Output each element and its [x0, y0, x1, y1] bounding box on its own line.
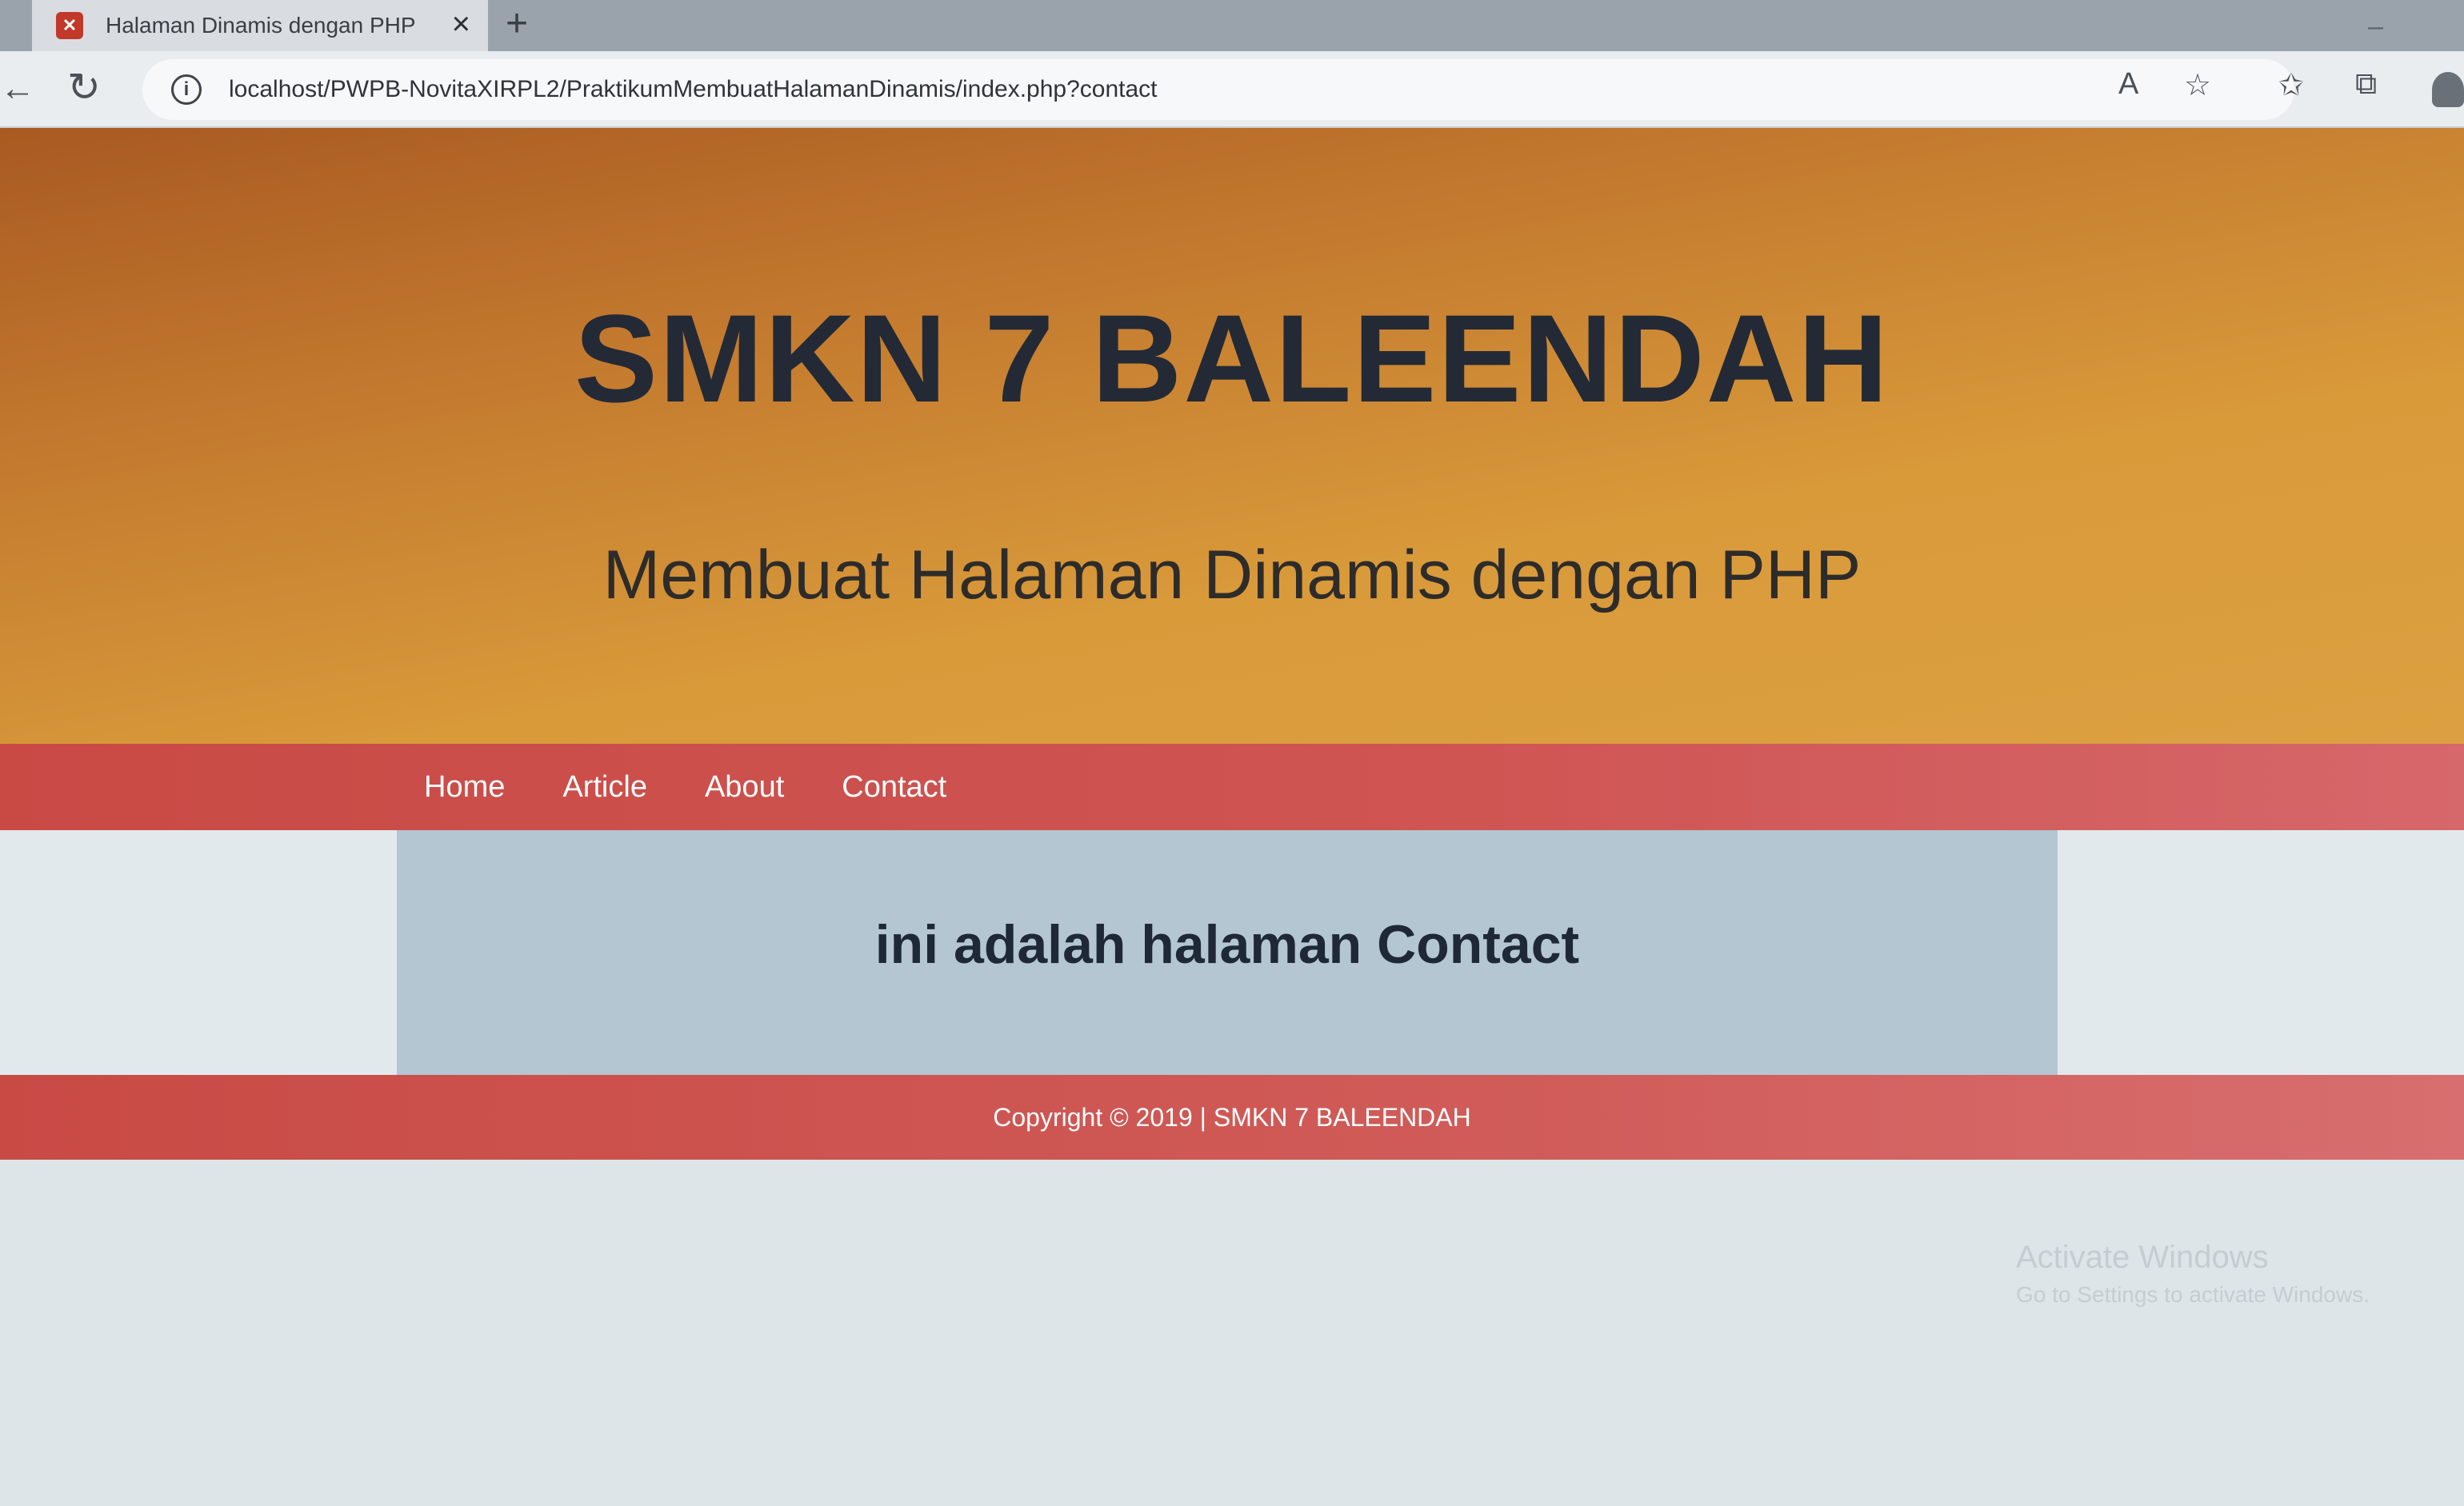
minimize-window-icon[interactable]: – [2368, 11, 2383, 42]
nav-link-about[interactable]: About [705, 770, 784, 804]
address-bar[interactable]: i localhost/PWPB-NovitaXIRPL2/PraktikumM… [142, 59, 2294, 120]
xampp-favicon-icon: ✕ [56, 12, 83, 39]
profile-avatar-icon[interactable] [2432, 72, 2464, 107]
site-title: SMKN 7 BALEENDAH [574, 290, 1890, 429]
favorites-icon[interactable]: ✩ [2278, 67, 2304, 103]
nav-item-article: Article [562, 770, 647, 805]
read-aloud-icon[interactable]: A [2118, 67, 2138, 102]
watermark-subtitle: Go to Settings to activate Windows. [2016, 1282, 2370, 1307]
back-arrow-icon[interactable]: ← [0, 69, 35, 109]
nav-item-contact: Contact [842, 770, 946, 805]
site-footer: Copyright © 2019 | SMKN 7 BALEENDAH [0, 1075, 2464, 1160]
site-subtitle: Membuat Halaman Dinamis dengan PHP [602, 537, 1862, 613]
tab-title: Halaman Dinamis dengan PHP [106, 13, 416, 38]
browser-tab-bar: ✕ Halaman Dinamis dengan PHP × + – [0, 0, 2464, 51]
content-box: ini adalah halaman Contact [397, 830, 2058, 1075]
browser-toolbar: ← ↻ i localhost/PWPB-NovitaXIRPL2/Prakti… [0, 51, 2464, 128]
nav-bar: Home Article About Contact [0, 744, 2464, 830]
reload-icon[interactable]: ↻ [67, 64, 101, 110]
footer-copyright: Copyright © 2019 | SMKN 7 BALEENDAH [993, 1102, 1471, 1132]
site-info-icon[interactable]: i [171, 74, 202, 105]
new-tab-icon[interactable]: + [506, 5, 528, 43]
nav-link-contact[interactable]: Contact [842, 770, 946, 804]
content-heading: ini adalah halaman Contact [874, 914, 1580, 975]
content-area: ini adalah halaman Contact [0, 830, 2464, 1075]
nav-link-home[interactable]: Home [424, 770, 505, 804]
add-favorite-icon[interactable]: ☆ [2184, 67, 2211, 103]
collections-icon[interactable]: ⧉ [2355, 67, 2377, 102]
nav-link-article[interactable]: Article [562, 770, 647, 804]
url-text[interactable]: localhost/PWPB-NovitaXIRPL2/PraktikumMem… [229, 76, 1158, 103]
nav-item-about: About [705, 770, 784, 805]
nav-item-home: Home [424, 770, 505, 805]
watermark-title: Activate Windows [2016, 1240, 2269, 1275]
site-header: SMKN 7 BALEENDAH Membuat Halaman Dinamis… [0, 128, 2464, 744]
activate-windows-watermark: Activate Windows Go to Settings to activ… [2016, 1240, 2370, 1308]
nav-list: Home Article About Contact [424, 744, 946, 830]
page-blank-area [0, 1160, 2464, 1506]
close-tab-icon[interactable]: × [452, 8, 470, 40]
browser-tab-active[interactable]: ✕ Halaman Dinamis dengan PHP × [32, 0, 488, 51]
